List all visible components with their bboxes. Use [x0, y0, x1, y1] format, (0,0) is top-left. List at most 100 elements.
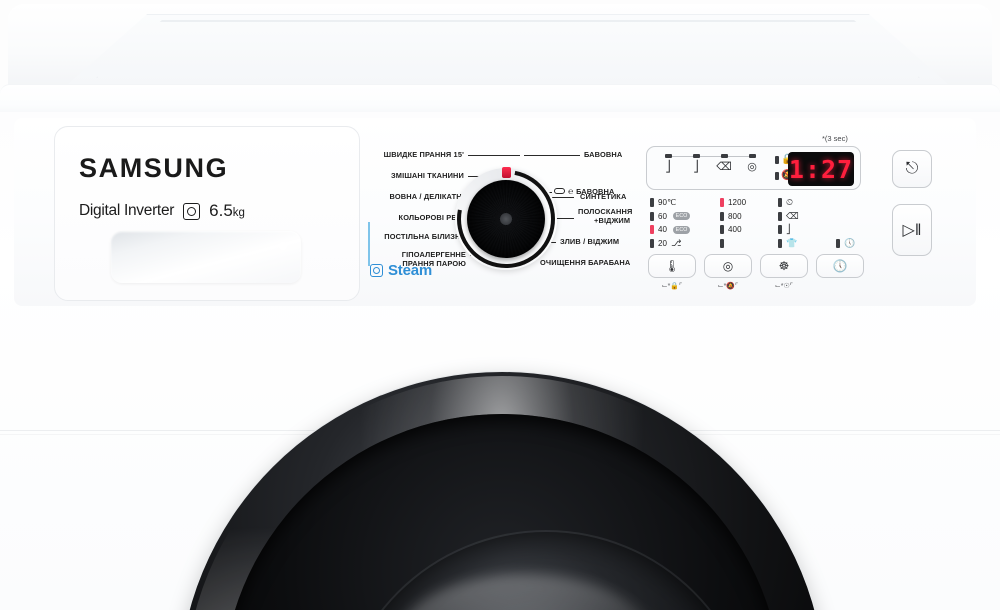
- option-row-temp-40[interactable]: 40 ECO: [650, 223, 690, 237]
- washing-machine: SAMSUNG Digital Inverter 6.5kg ШВИДКЕ ПР…: [0, 0, 1000, 610]
- stage-rinse: ⎦: [685, 154, 707, 173]
- option-led: [650, 198, 654, 207]
- option-led: [778, 225, 782, 234]
- option-led-active: [720, 198, 724, 207]
- program-label-drain-spin[interactable]: ЗЛИВ / ВІДЖИМ: [560, 237, 619, 246]
- temperature-button[interactable]: 🌡: [648, 254, 696, 278]
- detergent-drawer[interactable]: [111, 231, 301, 283]
- option-label: 800: [728, 212, 742, 221]
- option-row-shirt[interactable]: 👕: [778, 237, 799, 251]
- option-row-temp-60[interactable]: 60 ECO: [650, 210, 690, 224]
- three-second-note: *(3 sec): [822, 134, 848, 143]
- option-label: 400: [728, 225, 742, 234]
- program-label-bedding[interactable]: ПОСТІЛЬНА БІЛИЗНА: [374, 232, 466, 241]
- option-row-spin-400[interactable]: 400: [720, 223, 746, 237]
- option-led: [650, 239, 654, 248]
- spin-button-secondary: ⌙*🔕⌜: [703, 282, 753, 290]
- rinse-plus-icon: ☸: [779, 259, 790, 273]
- stage-led: [693, 154, 700, 158]
- brand-plate: SAMSUNG Digital Inverter 6.5kg: [54, 126, 360, 301]
- extra-options: ⏲ ⌫ ⎦ 👕: [778, 196, 799, 250]
- option-label: 1200: [728, 198, 746, 207]
- option-row-rinse-plus[interactable]: ⌫: [778, 210, 799, 224]
- program-label-rinse-spin[interactable]: ПОЛОСКАННЯ: [578, 207, 632, 216]
- program-label-quick-wash[interactable]: ШВИДКЕ ПРАННЯ 15': [372, 150, 464, 159]
- rinse-plus-icon: ⌫: [786, 212, 799, 221]
- program-label-wool-delicate[interactable]: ВОВНА / ДЕЛІКАТНІ: [372, 192, 464, 201]
- digital-inverter-row: Digital Inverter 6.5kg: [79, 201, 245, 221]
- program-label-rinse-spin-line2[interactable]: +ВІДЖИМ: [594, 216, 630, 225]
- machine-top-lid: [8, 4, 992, 92]
- dial-knob[interactable]: [467, 180, 545, 258]
- function-button-row: 🌡 ◎ ☸ 🕔: [648, 254, 862, 280]
- mute-icon: 🔕: [726, 283, 735, 290]
- end-stage-icon: ◎: [741, 162, 763, 173]
- shirt-icon: 👕: [786, 239, 797, 248]
- digital-inverter-label: Digital Inverter: [79, 202, 174, 220]
- stage-led: [721, 154, 728, 158]
- delay-end-button[interactable]: 🕔: [816, 254, 864, 278]
- rinse-plus-button[interactable]: ☸: [760, 254, 808, 278]
- option-row-spin-800[interactable]: 800: [720, 210, 746, 224]
- top-lid-groove: [96, 20, 920, 78]
- indicator-led: [775, 172, 779, 180]
- option-label: 20: [658, 239, 667, 248]
- steam-drum-icon: [370, 264, 383, 277]
- eco-badge: ECO: [673, 212, 690, 220]
- samsung-logo: SAMSUNG: [79, 153, 228, 184]
- rinse-stage-icon: ⎦: [685, 162, 707, 173]
- wash-stage-icon: ⎦: [657, 162, 679, 173]
- option-row-intensive[interactable]: ⎦: [778, 223, 799, 237]
- option-row-prewash[interactable]: ⏲: [778, 196, 799, 210]
- program-label-mixed-fabrics[interactable]: ЗМІШАНІ ТКАНИНИ: [372, 171, 464, 180]
- dial-indicator-mark: [502, 167, 511, 178]
- option-row-temp-90[interactable]: 90℃: [650, 196, 690, 210]
- steam-badge: Steam: [370, 262, 432, 279]
- eco-badge: ECO: [673, 226, 690, 234]
- display-module: ⎦ ⎦ ⌫ ◎ 🔒 🔒: [646, 146, 861, 190]
- option-led: [720, 225, 724, 234]
- program-label-cotton[interactable]: БАВОВНА: [584, 150, 622, 159]
- program-label-synthetics[interactable]: СИНТЕТИКА: [580, 192, 626, 201]
- hand-wash-icon: ⎇: [671, 239, 681, 248]
- leader-line: [468, 155, 520, 156]
- option-led: [720, 212, 724, 221]
- option-led: [836, 239, 840, 248]
- option-led: [778, 198, 782, 207]
- time-display: 1:27: [788, 152, 854, 186]
- stage-wash: ⎦: [657, 154, 679, 173]
- door-lock-icon: 🔒: [670, 283, 679, 290]
- stage-spin: ⌫: [713, 154, 735, 173]
- option-row-no-spin[interactable]: ⑒: [720, 237, 746, 251]
- capacity-value: 6.5kg: [209, 201, 245, 221]
- option-led: [650, 212, 654, 221]
- option-led: [778, 239, 782, 248]
- option-row-delay[interactable]: 🕔: [836, 237, 855, 251]
- progress-stages: ⎦ ⎦ ⌫ ◎: [655, 154, 767, 184]
- stage-led: [665, 154, 672, 158]
- option-row-temp-20[interactable]: 20 ⎇: [650, 237, 690, 251]
- clock-icon: 🕔: [844, 239, 855, 248]
- door-glass: [338, 532, 754, 610]
- option-label: 40: [658, 225, 667, 234]
- option-led-active: [650, 225, 654, 234]
- clock-icon: 🕔: [833, 259, 848, 273]
- glass-highlight: [396, 574, 654, 610]
- temp-button-secondary: ⌙*🔒⌜: [647, 282, 697, 290]
- program-selector-dial[interactable]: [455, 168, 557, 270]
- child-lock-icon: ☉: [784, 283, 790, 290]
- start-pause-button[interactable]: ▷‖: [892, 204, 932, 256]
- stage-led: [749, 154, 756, 158]
- prewash-icon: ⏲: [786, 198, 793, 207]
- option-led: [720, 239, 724, 248]
- time-display-value: 1:27: [789, 155, 853, 184]
- stage-end: ◎: [741, 154, 763, 173]
- delay-option: 🕔: [836, 237, 855, 251]
- spin-button[interactable]: ◎: [704, 254, 752, 278]
- power-button[interactable]: ⎋: [892, 150, 932, 188]
- program-label-colors[interactable]: КОЛЬОРОВІ РЕЧІ: [372, 213, 464, 222]
- program-label-hypoallergenic[interactable]: ГІПОАЛЕРГЕННЕ: [374, 250, 466, 259]
- leader-line: [524, 155, 580, 156]
- thermometer-icon: 🌡: [664, 259, 679, 273]
- option-row-spin-1200[interactable]: 1200: [720, 196, 746, 210]
